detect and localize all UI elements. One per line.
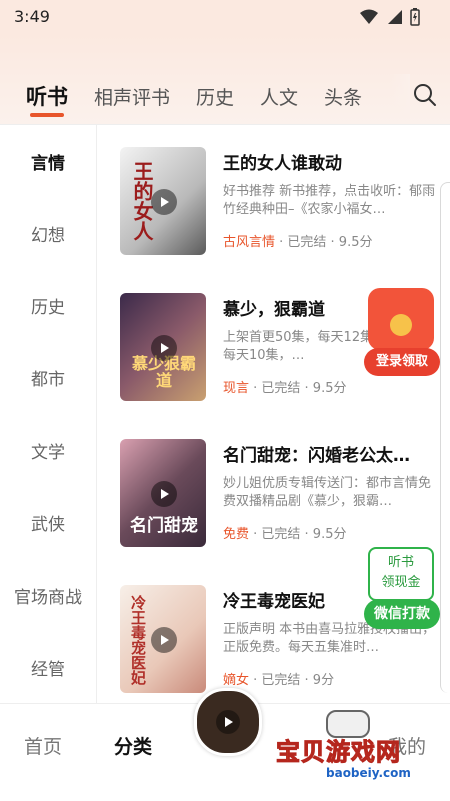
- login-claim-button[interactable]: 登录领取: [364, 348, 440, 376]
- book-tag: 嫡女: [223, 673, 250, 688]
- sidebar-item-history[interactable]: 历史: [0, 293, 96, 318]
- tabs-fade: [390, 74, 410, 114]
- tab-history[interactable]: 历史: [196, 83, 234, 110]
- status-time: 3:49: [14, 7, 50, 26]
- book-meta: 现言 · 已完结 · 9.5分: [223, 377, 346, 396]
- sidebar-item-romance[interactable]: 言情: [0, 149, 96, 174]
- book-tag: 古风言情: [223, 235, 276, 250]
- book-status: · 已完结 · 9.5分: [249, 381, 347, 396]
- book-status: · 已完结 · 9.5分: [249, 527, 347, 542]
- cash-reward-card: 听书 领现金: [368, 547, 434, 601]
- cash-line-2: 领现金: [381, 575, 421, 590]
- book-meta: 免费 · 已完结 · 9.5分: [223, 523, 346, 542]
- play-icon: [151, 627, 177, 653]
- play-icon: [216, 710, 240, 734]
- book-meta: 嫡女 · 已完结 · 9分: [223, 669, 334, 688]
- play-icon: [151, 189, 177, 215]
- sidebar-item-literature[interactable]: 文学: [0, 438, 96, 463]
- signal-icon: [388, 10, 402, 24]
- book-cover: 名门甜宠: [120, 439, 206, 547]
- login-redpacket-widget[interactable]: 登录领取: [364, 288, 442, 380]
- book-status: · 已完结 · 9分: [249, 673, 335, 688]
- wifi-icon: [360, 9, 378, 24]
- search-icon[interactable]: [410, 80, 440, 110]
- list-scroll-edge: [440, 182, 450, 693]
- sidebar-item-management[interactable]: 经管: [0, 655, 96, 680]
- book-tag: 现言: [223, 381, 250, 396]
- nav-category[interactable]: 分类: [114, 732, 152, 759]
- nav-home[interactable]: 首页: [24, 732, 62, 759]
- book-description: 好书推荐 新书推荐，点击收听：郁雨竹经典种田–《农家小福女…: [223, 184, 436, 217]
- book-status: · 已完结 · 9.5分: [275, 235, 373, 250]
- book-title: 王的女人谁敢动: [223, 154, 342, 174]
- sidebar-item-fantasy[interactable]: 幻想: [0, 221, 96, 246]
- status-icons: [360, 8, 420, 26]
- book-item[interactable]: 名门甜宠 名门甜宠：闪婚老公太… 妙儿姐优质专辑传送门：都市言情免费双播精品剧《…: [120, 439, 445, 551]
- top-header: 听书 相声评书 历史 人文 头条: [0, 34, 450, 125]
- book-meta: 古风言情 · 已完结 · 9.5分: [223, 231, 372, 250]
- watermark-logo: 宝贝游戏网 baobeiy.com: [276, 708, 446, 790]
- sidebar-item-wuxia[interactable]: 武侠: [0, 510, 96, 535]
- watermark-title: 宝贝游戏网: [276, 738, 401, 767]
- book-description: 妙儿姐优质专辑传送门：都市言情免费双播精品剧《慕少，狠霸…: [223, 476, 432, 509]
- book-cover-title: 冷王毒宠医妃: [129, 595, 147, 685]
- category-tabs: 听书 相声评书 历史 人文 头条: [0, 78, 362, 117]
- watermark-url: baobeiy.com: [326, 766, 411, 780]
- sidebar-item-urban[interactable]: 都市: [0, 365, 96, 390]
- cash-line-1: 听书: [387, 555, 414, 570]
- tab-listen[interactable]: 听书: [26, 81, 68, 117]
- book-cover: 冷王毒宠医妃: [120, 585, 206, 693]
- envelope-seal-icon: [390, 314, 412, 336]
- sidebar-item-business[interactable]: 官场商战: [0, 583, 96, 608]
- book-title: 名门甜宠：闪婚老公太…: [223, 446, 410, 466]
- tab-crosstalk[interactable]: 相声评书: [94, 83, 170, 110]
- battery-icon: [410, 8, 420, 26]
- status-bar: 3:49: [0, 0, 450, 34]
- play-icon: [151, 481, 177, 507]
- wechat-pay-button[interactable]: 微信打款: [364, 599, 440, 629]
- now-playing-button[interactable]: [194, 688, 262, 756]
- genre-sidebar: 言情 幻想 历史 都市 文学 武侠 官场商战 经管: [0, 125, 97, 703]
- book-tag: 免费: [223, 527, 250, 542]
- play-icon: [151, 335, 177, 361]
- book-cover-title: 名门甜宠: [130, 516, 198, 536]
- book-item[interactable]: 王的女人 王的女人谁敢动 好书推荐 新书推荐，点击收听：郁雨竹经典种田–《农家小…: [120, 147, 445, 259]
- tab-humanities[interactable]: 人文: [260, 83, 298, 110]
- tab-headlines[interactable]: 头条: [324, 83, 362, 110]
- book-cover: 王的女人: [120, 147, 206, 255]
- wechat-cash-widget[interactable]: 听书 领现金 微信打款: [364, 547, 440, 631]
- book-cover: 慕少狠霸道: [120, 293, 206, 401]
